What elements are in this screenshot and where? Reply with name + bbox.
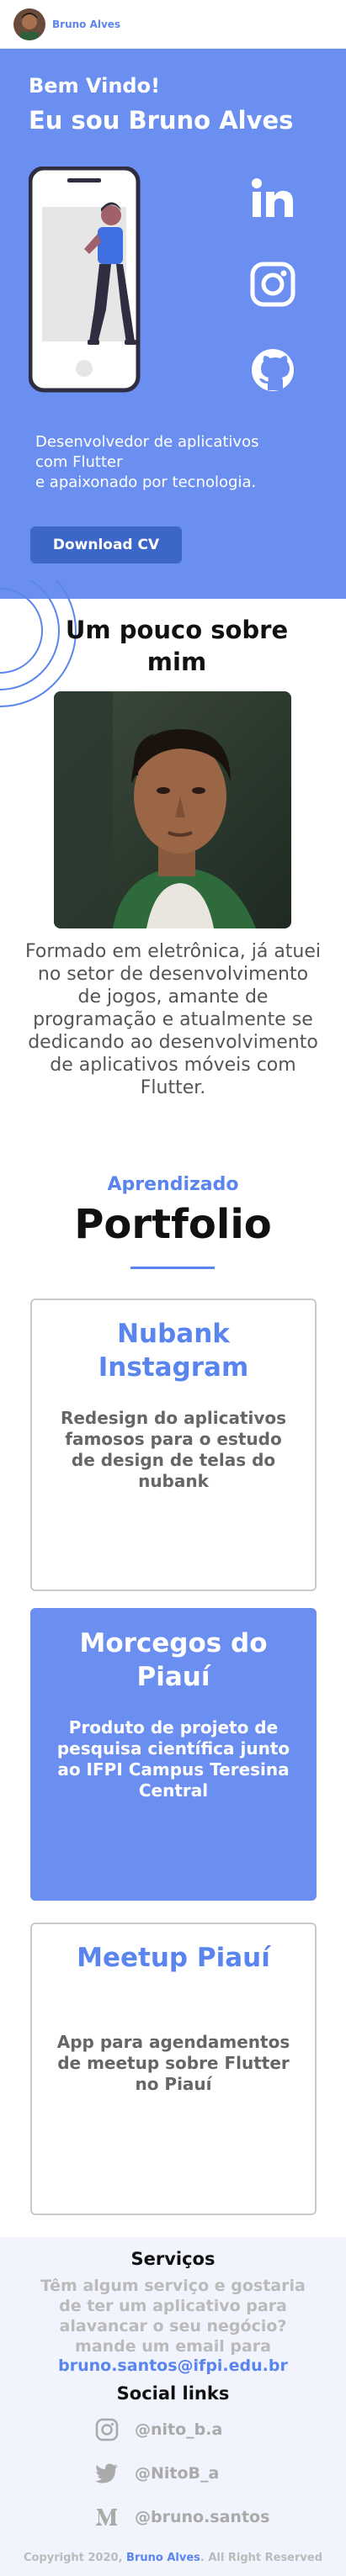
project-card[interactable]: Morcegos do Piauí Produto de projeto de … bbox=[30, 1608, 317, 1901]
project-title: Morcegos do Piauí bbox=[79, 1628, 268, 1692]
download-cv-button[interactable]: Download CV bbox=[30, 526, 182, 563]
hero-greeting: Bem Vindo! bbox=[29, 74, 161, 98]
phone-illustration bbox=[28, 166, 146, 394]
project-title: Meetup Piauí bbox=[77, 1943, 270, 1973]
hero-social-icons bbox=[249, 175, 300, 432]
project-description: Redesign do aplicativos famosos para o e… bbox=[60, 1408, 287, 1491]
instagram-icon[interactable] bbox=[249, 261, 296, 308]
services-text: Têm algum serviço e gostaria de ter um a… bbox=[40, 2277, 306, 2356]
project-card[interactable]: Meetup Piauí App para agendamentos de me… bbox=[30, 1923, 317, 2215]
hero-description-line: e apaixonado por tecnologia. bbox=[35, 473, 257, 491]
about-text: Formado em eletrônica, já atuei no setor… bbox=[25, 941, 322, 1098]
about-title: Um pouco sobre mim bbox=[65, 616, 289, 676]
social-handle: @NitoB_a bbox=[135, 2464, 220, 2483]
portfolio-title: Portfolio bbox=[74, 1201, 272, 1248]
portfolio-underline bbox=[130, 1267, 215, 1269]
hero-description-line: com Flutter bbox=[35, 453, 123, 471]
hero-title: Eu sou Bruno Alves bbox=[29, 106, 294, 135]
portfolio-subtitle: Aprendizado bbox=[107, 1174, 239, 1195]
copyright-prefix: Copyright 2020, bbox=[23, 2552, 123, 2564]
brand-name[interactable]: Bruno Alves bbox=[52, 19, 120, 30]
project-description: App para agendamentos de meetup sobre Fl… bbox=[56, 2032, 290, 2094]
hero-section: Bem Vindo! Eu sou Bruno Alves Desenvolve… bbox=[0, 49, 346, 599]
social-link-medium[interactable]: @bruno.santos bbox=[94, 2503, 269, 2531]
medium-icon bbox=[94, 2505, 120, 2530]
project-description: Produto de projeto de pesquisa científic… bbox=[56, 1717, 290, 1801]
social-link-twitter[interactable]: @NitoB_a bbox=[94, 2459, 219, 2488]
project-title: Nubank Instagram bbox=[98, 1319, 249, 1383]
footer: Serviços Têm algum serviço e gostaria de… bbox=[0, 2237, 346, 2576]
instagram-icon bbox=[94, 2417, 120, 2442]
services-title: Serviços bbox=[130, 2249, 216, 2269]
copyright-suffix: . All Right Reserved bbox=[200, 2552, 323, 2564]
hero-description-line: Desenvolvedor de aplicativos bbox=[35, 433, 259, 451]
top-navbar: Bruno Alves bbox=[0, 0, 346, 49]
hero-description: Desenvolvedor de aplicativos com Flutter… bbox=[35, 432, 313, 493]
github-icon[interactable] bbox=[249, 346, 296, 394]
twitter-icon bbox=[94, 2461, 120, 2486]
linkedin-icon[interactable] bbox=[249, 175, 296, 222]
social-handle: @bruno.santos bbox=[135, 2508, 270, 2526]
social-link-instagram[interactable]: @nito_b.a bbox=[94, 2415, 222, 2444]
social-handle: @nito_b.a bbox=[135, 2420, 223, 2439]
contact-email-link[interactable]: bruno.santos@ifpi.edu.br bbox=[0, 2356, 346, 2375]
avatar[interactable] bbox=[13, 8, 45, 40]
copyright-name-link[interactable]: Bruno Alves bbox=[126, 2552, 200, 2564]
social-links-title: Social links bbox=[116, 2383, 230, 2404]
profile-photo bbox=[54, 691, 291, 928]
project-card[interactable]: Nubank Instagram Redesign do aplicativos… bbox=[30, 1299, 317, 1591]
copyright-text: Copyright 2020, Bruno Alves. All Right R… bbox=[0, 2552, 346, 2564]
